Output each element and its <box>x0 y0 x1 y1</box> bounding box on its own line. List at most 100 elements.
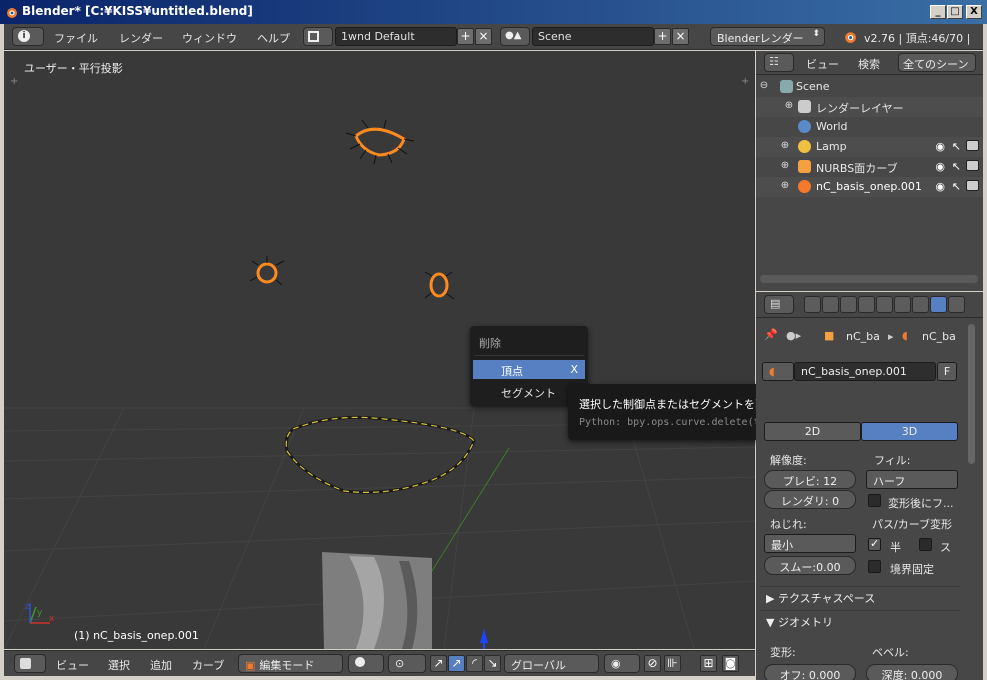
stretch-checkbox[interactable] <box>919 538 932 551</box>
renderability-camera-icon[interactable] <box>966 160 979 171</box>
visibility-eye-icon[interactable]: ◉ <box>935 180 945 193</box>
editor-type-properties-button[interactable]: ▤ <box>764 295 794 314</box>
object-tab-icon[interactable] <box>876 296 893 313</box>
selected-curve-small-left[interactable] <box>249 256 285 286</box>
menu-render[interactable]: レンダー <box>119 30 163 46</box>
screen-layout-picker[interactable] <box>303 27 333 46</box>
dimensions-3d-button[interactable]: 3D <box>861 422 958 441</box>
render-resolution-field[interactable]: レンダリ: 0 <box>764 490 856 509</box>
dimensions-2d-button[interactable]: 2D <box>764 422 861 441</box>
fill-mode-dropdown[interactable]: ハーフ <box>866 470 958 489</box>
twist-method-dropdown[interactable]: 最小 <box>764 534 856 553</box>
world-tab-icon[interactable] <box>858 296 875 313</box>
constraints-tab-icon[interactable] <box>894 296 911 313</box>
mode-dropdown[interactable]: ▣ 編集モード <box>238 654 343 673</box>
region-toggle-left[interactable]: + <box>10 76 18 87</box>
expand-icon[interactable]: ⊕ <box>784 101 794 111</box>
layer-grid-button[interactable]: ⊞ <box>700 655 717 672</box>
outliner-menu-search[interactable]: 検索 <box>858 56 880 72</box>
snap-toggle[interactable]: ⊘ <box>644 655 661 672</box>
rotate-manipulator-button[interactable]: ◜ <box>466 655 483 672</box>
modifiers-tab-icon[interactable] <box>912 296 929 313</box>
orientation-dropdown[interactable]: グローバル <box>504 654 599 673</box>
outliner-menu-view[interactable]: ビュー <box>806 56 839 72</box>
scene-field[interactable]: Scene <box>532 27 654 46</box>
menu-help[interactable]: ヘルプ <box>257 30 290 46</box>
expand-icon[interactable]: ⊕ <box>780 161 790 171</box>
menu-select[interactable]: 選択 <box>108 657 130 673</box>
scene-tab-icon[interactable] <box>840 296 857 313</box>
3d-viewport[interactable]: z y x + + ユーザー・平行投影 (1) nC_basis_onep.00… <box>4 51 755 649</box>
outliner-display-mode-dropdown[interactable]: 全てのシーン <box>898 53 976 72</box>
maximize-button[interactable]: □ <box>947 5 963 19</box>
fill-deform-checkbox[interactable] <box>868 494 881 507</box>
outliner-row-active-curve[interactable]: ⊕ nC_basis_onep.001 ◉ ↖ <box>756 177 983 197</box>
scale-manipulator-button[interactable]: ↘ <box>484 655 501 672</box>
fake-user-button[interactable]: F <box>937 362 957 381</box>
datablock-browse-button[interactable]: ◖ <box>762 362 794 381</box>
region-toggle-right[interactable]: + <box>741 76 749 87</box>
depth-field[interactable]: 深度: 0.000 <box>866 664 958 680</box>
remove-screen-button[interactable]: × <box>475 28 492 45</box>
panel-texture-space[interactable]: ▶ テクスチャスペース <box>760 586 960 608</box>
renderability-camera-icon[interactable] <box>966 180 979 191</box>
outliner-row-world[interactable]: World <box>756 117 983 137</box>
smooth-field[interactable]: スムー:0.00 <box>764 556 856 575</box>
outliner-horizontal-scrollbar[interactable] <box>760 275 978 283</box>
panel-geometry[interactable]: ▼ ジオメトリ <box>760 610 960 632</box>
menu-view[interactable]: ビュー <box>56 657 89 673</box>
close-window-button[interactable]: X <box>966 5 982 19</box>
outliner-row-nurbs-curve[interactable]: ⊕ NURBS面カーブ ◉ ↖ <box>756 157 983 177</box>
render-engine-dropdown[interactable]: Blenderレンダー ⬍ <box>710 27 825 46</box>
screen-layout-field[interactable]: 1wnd Default <box>335 27 457 46</box>
render-layers-tab-icon[interactable] <box>822 296 839 313</box>
menu-file[interactable]: ファイル <box>54 30 98 46</box>
datablock-name-field[interactable]: nC_basis_onep.001 <box>794 362 936 381</box>
render-camera-button[interactable]: ◙ <box>722 655 739 672</box>
viewport-canvas[interactable]: z y x + + <box>4 51 755 649</box>
snap-element-dropdown[interactable]: ⊪ <box>664 655 681 672</box>
properties-scrollbar[interactable] <box>968 324 975 464</box>
shading-dropdown[interactable] <box>348 654 384 673</box>
expand-icon[interactable]: ⊕ <box>780 181 790 191</box>
manipulator-toggle[interactable]: ↗ <box>430 655 447 672</box>
renderability-camera-icon[interactable] <box>966 140 979 151</box>
selectability-cursor-icon[interactable]: ↖ <box>952 160 961 173</box>
scene-picker[interactable]: ●▲ <box>500 27 530 46</box>
bounds-clamp-checkbox[interactable] <box>868 560 881 573</box>
menu-item-vertices[interactable]: 頂点 X <box>473 360 585 379</box>
add-screen-button[interactable]: + <box>457 28 474 45</box>
editor-type-3dview-button[interactable] <box>14 654 46 673</box>
collapse-icon[interactable]: ⊖ <box>759 81 769 91</box>
expand-icon[interactable]: ⊕ <box>780 141 790 151</box>
outliner-row-lamp[interactable]: ⊕ Lamp ◉ ↖ <box>756 137 983 157</box>
curve-data-tab-icon[interactable] <box>930 296 947 313</box>
editor-type-info-button[interactable]: i <box>12 27 44 46</box>
selectability-cursor-icon[interactable]: ↖ <box>952 180 961 193</box>
manipulator-z-arrow[interactable] <box>480 629 488 643</box>
offset-field[interactable]: オフ: 0.000 <box>764 664 856 680</box>
material-tab-icon[interactable] <box>948 296 965 313</box>
minimize-button[interactable]: _ <box>930 5 946 19</box>
visibility-eye-icon[interactable]: ◉ <box>935 140 945 153</box>
proportional-edit-dropdown[interactable]: ◉ <box>604 654 640 673</box>
menu-curve[interactable]: カーブ <box>192 657 224 673</box>
pin-icon[interactable]: 📌 <box>764 328 778 341</box>
selected-curve-small-right[interactable] <box>424 271 455 300</box>
menu-window[interactable]: ウィンドウ <box>182 30 237 46</box>
editor-type-outliner-button[interactable]: ☷ <box>764 53 794 72</box>
outliner-row-render-layers[interactable]: ⊕ レンダーレイヤー <box>756 97 983 117</box>
visibility-eye-icon[interactable]: ◉ <box>935 160 945 173</box>
remove-scene-button[interactable]: × <box>672 28 689 45</box>
outliner-row-scene[interactable]: ⊖ Scene <box>756 77 983 97</box>
outliner-label: レンダーレイヤー <box>816 102 904 115</box>
selected-curve-top[interactable] <box>345 119 415 165</box>
preview-resolution-field[interactable]: プレビ: 12 <box>764 470 856 489</box>
radius-checkbox[interactable]: ✓ <box>868 537 881 551</box>
selectability-cursor-icon[interactable]: ↖ <box>952 140 961 153</box>
add-scene-button[interactable]: + <box>654 28 671 45</box>
translate-manipulator-button[interactable]: ↗ <box>448 655 465 672</box>
menu-add[interactable]: 追加 <box>150 657 172 673</box>
render-tab-icon[interactable] <box>804 296 821 313</box>
pivot-dropdown[interactable]: ⊙ <box>388 654 426 673</box>
